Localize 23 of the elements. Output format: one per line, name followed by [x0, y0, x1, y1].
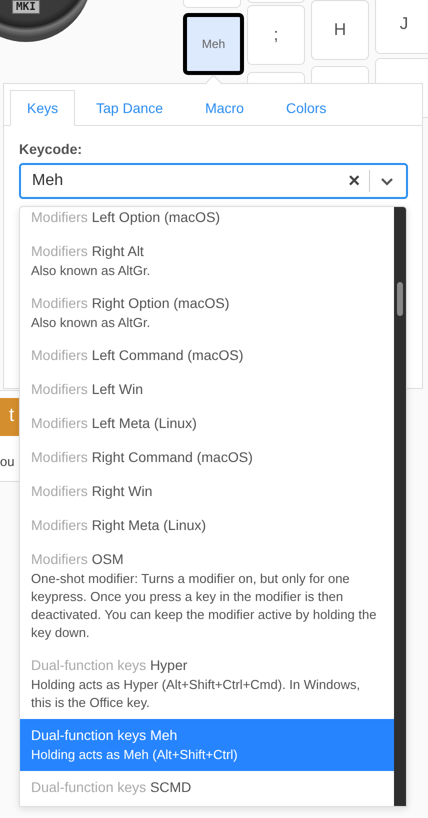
keycode-select[interactable]: Meh × — [19, 163, 408, 199]
keyboard-key[interactable]: H — [311, 0, 369, 60]
dropdown-option[interactable]: Dual-function keys Hyper Holding acts as Hyper (Alt+Shift+Ctrl+Cmd). In Windows, this is the Office key. — [20, 649, 394, 719]
keyboard-key[interactable]: J — [375, 0, 428, 54]
scrollbar-thumb[interactable] — [397, 282, 403, 316]
dropdown-option[interactable]: Dual-function keys SCMD — [20, 771, 394, 805]
dropdown-option[interactable]: Modifiers Left Command (macOS) — [20, 339, 394, 373]
body-text: ou — [0, 454, 14, 469]
dropdown-option[interactable]: Modifiers Right Option (macOS) Also known as AltGr. — [20, 287, 394, 339]
dropdown-option[interactable]: Dual-function keys Meh Holding acts as Meh (Alt+Shift+Ctrl) — [20, 719, 394, 771]
dropdown-option[interactable]: Modifiers Left Option (macOS) — [20, 207, 394, 235]
dropdown-option[interactable]: Modifiers Right Meta (Linux) — [20, 509, 394, 543]
dropdown-option[interactable]: Modifiers Right Alt Also known as AltGr. — [20, 235, 394, 287]
dropdown-option[interactable]: Modifiers Right Command (macOS) — [20, 441, 394, 475]
keyboard-key[interactable]: ; — [247, 5, 305, 65]
dropdown-option[interactable]: Modifiers OSM One-shot modifier: Turns a modifier on, but only for one keypress. Once you press a key in the modifier is then deactivated. You can keep the modifier active by holding the key down. — [20, 543, 394, 649]
logo-label: MKI — [12, 0, 40, 14]
keyboard-key[interactable]: Meh — [183, 13, 244, 75]
clear-icon[interactable]: × — [339, 171, 369, 191]
scrollbar[interactable] — [394, 207, 406, 806]
chevron-down-icon[interactable] — [380, 176, 394, 186]
field-label: Keycode: — [19, 141, 84, 157]
dropdown-option[interactable]: Modifiers Right Win — [20, 475, 394, 509]
